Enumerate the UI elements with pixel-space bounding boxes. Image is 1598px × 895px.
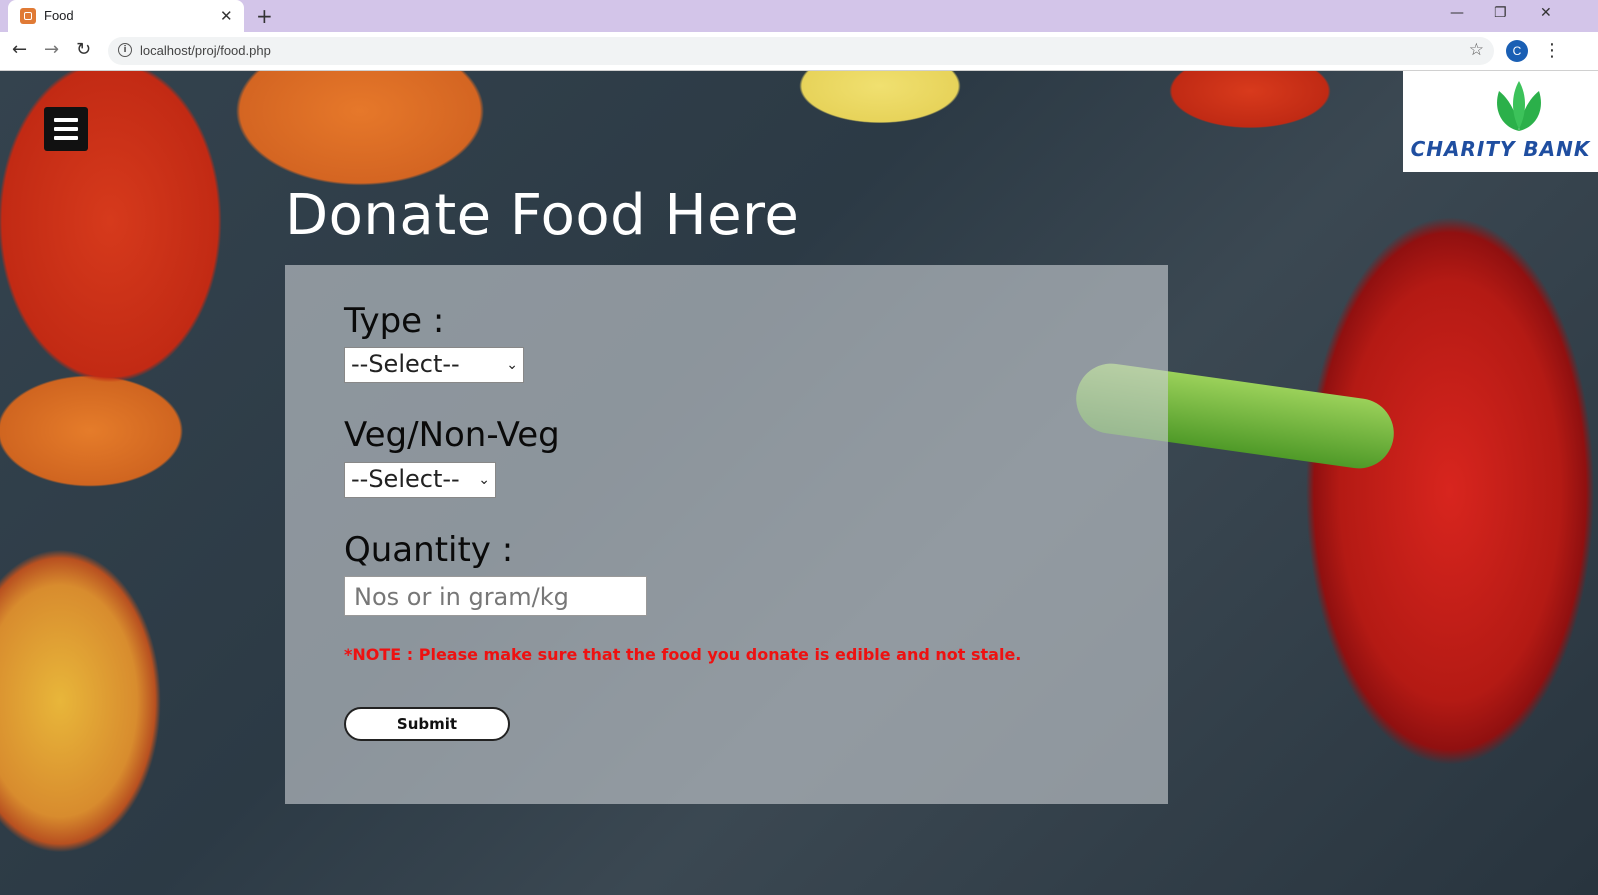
- quantity-input[interactable]: [352, 579, 646, 615]
- note-text: *NOTE : Please make sure that the food y…: [344, 645, 1022, 664]
- reload-icon[interactable]: ↻: [76, 39, 91, 60]
- kebab-menu-icon[interactable]: ⋮: [1543, 40, 1561, 61]
- page-background: CHARITY BANK Donate Food Here Type : --S…: [0, 71, 1598, 895]
- donation-form: Type : --Select-- ⌄ Veg/Non-Veg --Select…: [285, 265, 1168, 804]
- url-text[interactable]: localhost/proj/food.php: [140, 43, 271, 58]
- browser-tab[interactable]: Food ✕: [8, 0, 244, 32]
- forward-icon[interactable]: →: [44, 39, 59, 60]
- veg-label: Veg/Non-Veg: [344, 415, 560, 455]
- logo-text: CHARITY BANK: [1410, 137, 1591, 161]
- quantity-field-wrapper: [344, 576, 647, 616]
- window-close-icon[interactable]: ✕: [1540, 5, 1552, 21]
- veg-nonveg-select[interactable]: --Select-- ⌄: [344, 462, 496, 498]
- hamburger-menu-icon[interactable]: [44, 107, 88, 151]
- tab-close-icon[interactable]: ✕: [220, 7, 233, 25]
- type-select-value: --Select--: [351, 350, 460, 378]
- back-icon[interactable]: ←: [12, 39, 27, 60]
- tab-title: Food: [44, 8, 74, 23]
- minimize-icon[interactable]: —: [1450, 5, 1464, 21]
- submit-button[interactable]: Submit: [344, 707, 510, 741]
- browser-toolbar: ← → ↻ i localhost/proj/food.php ☆ C ⋮: [0, 32, 1598, 71]
- profile-icon[interactable]: C: [1506, 40, 1528, 62]
- new-tab-plus-icon[interactable]: +: [256, 4, 273, 28]
- address-bar[interactable]: i localhost/proj/food.php ☆: [108, 37, 1494, 65]
- star-icon[interactable]: ☆: [1469, 40, 1484, 60]
- type-label: Type :: [344, 301, 445, 341]
- info-icon[interactable]: i: [118, 43, 132, 57]
- charity-bank-logo[interactable]: CHARITY BANK: [1403, 71, 1598, 172]
- favicon-icon: [20, 8, 36, 24]
- leaf-logo-icon: [1497, 81, 1541, 131]
- chevron-down-icon: ⌄: [478, 472, 490, 488]
- restore-icon[interactable]: ❐: [1494, 5, 1507, 21]
- chevron-down-icon: ⌄: [506, 357, 518, 373]
- veg-select-value: --Select--: [351, 465, 460, 493]
- quantity-label: Quantity :: [344, 530, 514, 570]
- page-title: Donate Food Here: [285, 183, 800, 248]
- browser-tab-bar: Food ✕ + — ❐ ✕: [0, 0, 1598, 32]
- type-select[interactable]: --Select-- ⌄: [344, 347, 524, 383]
